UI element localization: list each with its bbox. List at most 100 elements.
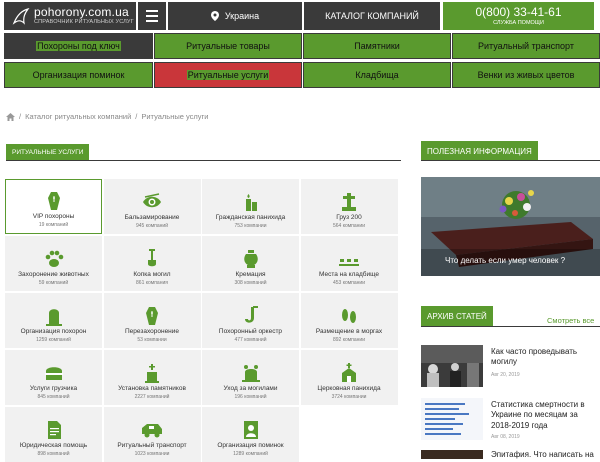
sidebar-divider — [421, 160, 600, 161]
section-divider — [6, 160, 401, 161]
service-card[interactable]: Захоронение животных 59 компаний — [5, 236, 102, 291]
service-title: Услуги грузчика — [29, 384, 78, 392]
saxophone-icon — [240, 305, 262, 326]
burger-line — [146, 20, 158, 22]
service-card[interactable]: Кремация 308 компаний — [202, 236, 299, 291]
casket-icon — [43, 363, 65, 383]
service-count: 3724 компании — [331, 394, 367, 400]
phone-block[interactable]: 0(800) 33-41-61 СЛУЖБА ПОМОЩИ — [443, 2, 594, 30]
menu-item-wreaths[interactable]: Венки из живых цветов — [452, 62, 600, 88]
service-card[interactable]: Церковная панихида 3724 компании — [300, 350, 398, 405]
coffin-icon — [141, 306, 163, 326]
cross-icon — [338, 192, 360, 212]
portrait-icon — [240, 420, 262, 440]
article-thumbnail — [421, 450, 483, 459]
service-card[interactable]: Уход за могилами 196 компаний — [202, 350, 299, 405]
dove-logo-icon — [12, 8, 30, 25]
article-title: Эпитафия. Что написать на — [491, 450, 594, 459]
breadcrumb: / Каталог ритуальных компаний / Ритуальн… — [6, 112, 208, 121]
useful-info-card[interactable]: Что делать если умер человек ? — [421, 177, 600, 276]
service-title: Церковная панихида — [317, 384, 381, 392]
service-count: 453 компании — [332, 280, 366, 286]
service-title: Захоронение животных — [18, 270, 89, 278]
location-pin-icon — [210, 11, 219, 21]
home-icon[interactable] — [6, 112, 15, 121]
article-item[interactable]: Эпитафия. Что написать на — [421, 450, 600, 459]
service-title: Похоронный оркестр — [218, 327, 283, 335]
service-count: 477 компаний — [234, 337, 267, 343]
article-thumbnail — [421, 345, 483, 387]
menu-item-memorial-dinner[interactable]: Организация поминок — [4, 62, 153, 88]
service-card[interactable]: Организация похорон 1259 компаний — [5, 293, 102, 348]
service-title: Установка памятников — [118, 384, 186, 392]
article-item[interactable]: Статистика смертности в Украине по месяц… — [421, 398, 600, 443]
site-logo[interactable]: pohorony.com.ua СПРАВОЧНИК РИТУАЛЬНЫХ УС… — [4, 2, 136, 30]
burger-line — [146, 15, 158, 17]
service-card[interactable]: Груз 200 564 компании — [300, 179, 398, 234]
service-title: Бальзамирование — [124, 213, 180, 221]
paw-icon — [43, 249, 65, 269]
service-card[interactable]: Юридическая помощь 898 компаний — [5, 407, 102, 462]
service-title: Организация поминок — [217, 441, 284, 449]
shovel-icon — [141, 248, 163, 269]
menu-item-label: Похороны под ключ — [36, 41, 121, 51]
service-count: 1259 компаний — [36, 337, 71, 343]
site-tagline: СПРАВОЧНИК РИТУАЛЬНЫХ УСЛУГ — [34, 19, 134, 25]
phone-label: СЛУЖБА ПОМОЩИ — [493, 20, 544, 26]
see-all-link[interactable]: Смотреть все — [547, 316, 594, 325]
service-count: 1023 компании — [134, 451, 170, 457]
document-icon — [43, 420, 65, 440]
service-count: 892 компании — [332, 337, 366, 343]
service-card[interactable]: Ритуальный транспорт 1023 компании — [103, 407, 201, 462]
menu-burger-button[interactable] — [138, 2, 166, 30]
menu-item-ritual-goods[interactable]: Ритуальные товары — [154, 33, 302, 59]
breadcrumb-catalog[interactable]: Каталог ритуальных компаний — [25, 112, 131, 121]
menu-item-cemeteries[interactable]: Кладбища — [303, 62, 451, 88]
service-title: Места на кладбище — [318, 270, 380, 278]
service-card[interactable]: Копка могил 861 компания — [103, 236, 201, 291]
service-count: 945 компаний — [135, 223, 169, 229]
menu-item-ritual-services[interactable]: Ритуальные услуги — [154, 62, 302, 88]
burger-line — [146, 10, 158, 12]
service-card[interactable]: Установка памятников 2227 компаний — [103, 350, 201, 405]
urn-icon — [240, 249, 262, 269]
service-title: Копка могил — [133, 270, 171, 278]
feet-icon — [338, 306, 360, 326]
graves-icon — [338, 249, 360, 269]
service-count: 308 компаний — [234, 280, 267, 286]
service-title: Организация похорон — [20, 327, 87, 335]
service-card[interactable]: Организация поминок 1289 компаний — [202, 407, 299, 462]
service-title: Юридическая помощь — [19, 441, 88, 449]
region-selector[interactable]: Украина — [168, 2, 302, 30]
menu-item-monuments[interactable]: Памятники — [303, 33, 451, 59]
archive-title: АРХИВ СТАТЕЙ — [421, 306, 493, 327]
service-title: Уход за могилами — [223, 384, 278, 392]
service-card[interactable]: Похоронный оркестр 477 компаний — [202, 293, 299, 348]
service-card[interactable]: Перезахоронение 53 компании — [103, 293, 201, 348]
service-card[interactable]: Места на кладбище 453 компании — [300, 236, 398, 291]
service-count: 753 компании — [234, 223, 267, 229]
service-title: Груз 200 — [336, 213, 362, 221]
service-count: 196 компаний — [234, 394, 267, 400]
top-bar: pohorony.com.ua СПРАВОЧНИК РИТУАЛЬНЫХ УС… — [0, 0, 600, 32]
service-card[interactable]: Услуги грузчика 845 компаний — [5, 350, 102, 405]
menu-item-funeral-turnkey[interactable]: Похороны под ключ — [4, 33, 153, 59]
archive-divider — [421, 326, 600, 327]
service-count: 1289 компаний — [233, 451, 268, 457]
church-icon — [338, 362, 360, 383]
service-title: Перезахоронение — [124, 327, 180, 335]
catalog-button[interactable]: КАТАЛОГ КОМПАНИЙ — [304, 2, 440, 30]
phone-number: 0(800) 33-41-61 — [475, 5, 562, 19]
useful-info-caption: Что делать если умер человек ? — [445, 256, 566, 265]
service-card[interactable]: Размещение в моргах 892 компании — [300, 293, 398, 348]
article-date: Авг 08, 2019 — [491, 434, 520, 440]
article-title: Статистика смертности в Украине по месяц… — [491, 400, 585, 430]
service-card[interactable]: Гражданская панихида 753 компании — [202, 179, 299, 234]
article-item[interactable]: Как часто проведывать могилу Авг 20, 201… — [421, 345, 600, 390]
service-count: 53 компании — [137, 337, 167, 343]
service-count: 845 компаний — [37, 394, 70, 400]
service-count: 2227 компаний — [134, 394, 170, 400]
service-card[interactable]: Бальзамирование 945 компаний — [103, 179, 201, 234]
menu-item-ritual-transport[interactable]: Ритуальный транспорт — [452, 33, 600, 59]
service-card[interactable]: VIP похороны 19 компаний — [5, 179, 102, 234]
